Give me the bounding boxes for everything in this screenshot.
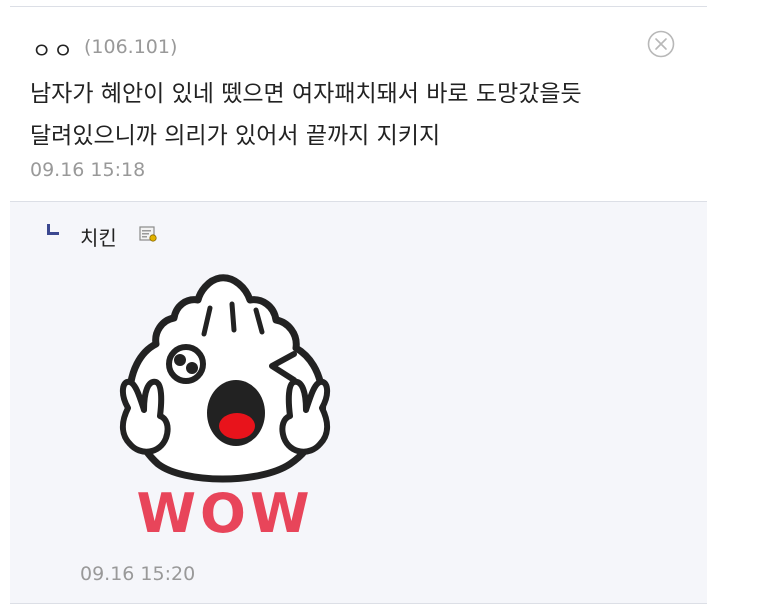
fixed-nick-icon (139, 226, 157, 242)
comment-list: ㅇㅇ (106.101) 남자가 혜안이 있네 뗐으면 여자패치돼서 바로 도망… (10, 6, 707, 608)
sticker-wow-text: WOW (136, 482, 313, 545)
close-circle-icon (647, 30, 675, 58)
delete-comment-button[interactable] (647, 30, 675, 58)
reply-item: 치킨 WOW 09.16 15:20 (10, 202, 707, 604)
comment-time: 09.16 15:18 (30, 159, 146, 181)
comment-item: ㅇㅇ (106.101) 남자가 혜안이 있네 뗐으면 여자패치돼서 바로 도망… (10, 7, 707, 202)
reply-nickname[interactable]: 치킨 (80, 222, 117, 251)
comment-ip: (106.101) (84, 36, 178, 58)
dumpling-wow-sticker: WOW (120, 274, 330, 545)
comment-text: 남자가 혜안이 있네 뗐으면 여자패치돼서 바로 도망갔을듯 달려있으니까 의리… (30, 81, 582, 149)
reply-arrow-icon (47, 224, 59, 235)
reply-time: 09.16 15:20 (80, 563, 196, 585)
comment-nickname[interactable]: ㅇㅇ (32, 35, 75, 65)
